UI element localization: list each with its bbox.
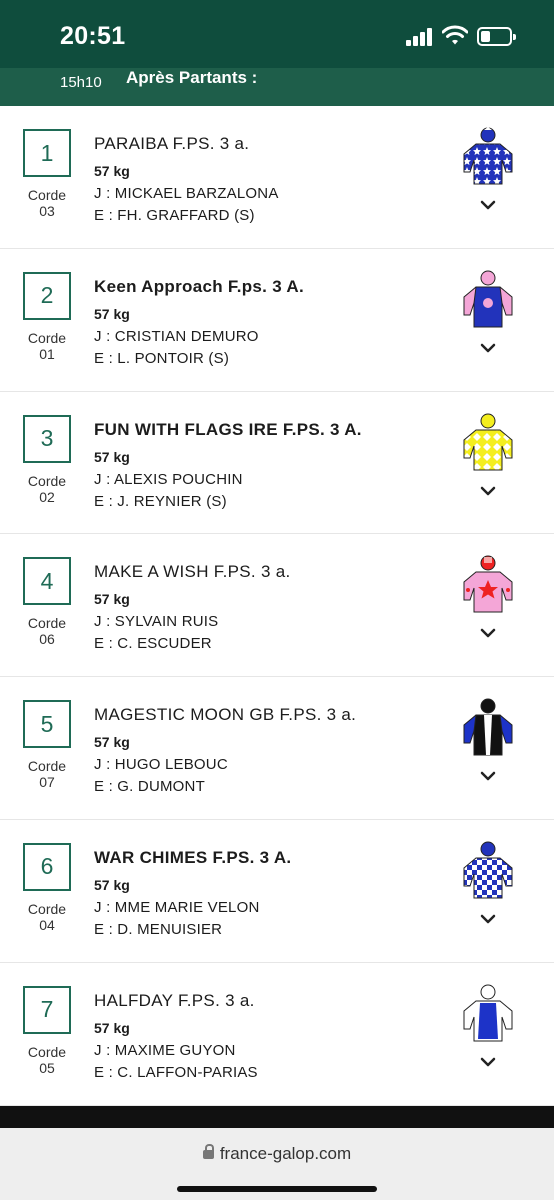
- race-header-title: Après Partants :: [126, 68, 258, 87]
- chevron-down-icon[interactable]: [480, 913, 496, 925]
- runner-number: 3: [23, 414, 71, 463]
- black-white-blue-sleeves-silk-icon: [463, 698, 513, 756]
- url-text: france-galop.com: [219, 1144, 352, 1163]
- runner-number: 4: [23, 557, 71, 606]
- jockey-name: J : MME MARIE VELON: [94, 898, 260, 916]
- chevron-down-icon[interactable]: [480, 770, 496, 782]
- runner-number: 1: [23, 129, 71, 177]
- white-blue-panel-silk-icon: [463, 984, 513, 1042]
- jockey-name: J : MICKAEL BARZALONA: [94, 185, 279, 202]
- runner-number: 7: [23, 985, 71, 1034]
- runner-row[interactable]: 4 Corde 06 MAKE A WISH F.PS. 3 a. 57 kg J…: [0, 534, 554, 678]
- runner-number: 5: [23, 700, 71, 749]
- chevron-down-icon[interactable]: [480, 199, 496, 211]
- trainer-name: E : FH. GRAFFARD (S): [94, 207, 255, 224]
- home-indicator[interactable]: [177, 1186, 377, 1192]
- horse-name: WAR CHIMES F.PS. 3 A.: [94, 847, 292, 867]
- status-time: 20:51: [60, 22, 126, 50]
- runner-list: 1 Corde 03 PARAIBA F.PS. 3 a. 57 kg J : M…: [0, 106, 554, 1106]
- horse-weight: 57 kg: [94, 591, 130, 608]
- horse-name: PARAIBA F.PS. 3 a.: [94, 134, 250, 153]
- blue-white-stars-silk-icon: [463, 127, 513, 185]
- trainer-name: E : L. PONTOIR (S): [94, 349, 230, 367]
- race-time: 15h10: [60, 74, 102, 91]
- horse-name: FUN WITH FLAGS IRE F.PS. 3 A.: [94, 419, 362, 439]
- trainer-name: E : D. MENUISIER: [94, 920, 223, 938]
- race-header: 15h10 Après Partants :: [0, 68, 554, 106]
- trainer-name: E : C. ESCUDER: [94, 635, 212, 653]
- corde-info: Corde 03: [27, 187, 67, 219]
- jockey-name: J : ALEXIS POUCHIN: [94, 470, 243, 488]
- corde-info: Corde 02: [27, 472, 67, 505]
- trainer-name: E : J. REYNIER (S): [94, 492, 227, 510]
- horse-name: HALFDAY F.PS. 3 a.: [94, 990, 255, 1010]
- horse-weight: 57 kg: [94, 1019, 130, 1036]
- horse-weight: 57 kg: [94, 876, 130, 893]
- trainer-name: E : G. DUMONT: [94, 778, 205, 796]
- status-bar: 20:51: [0, 0, 554, 68]
- trainer-name: E : C. LAFFON-PARIAS: [94, 1063, 258, 1081]
- horse-weight: 57 kg: [94, 305, 130, 322]
- runner-row[interactable]: 5 Corde 07 MAGESTIC MOON GB F.PS. 3 a. 57…: [0, 677, 554, 820]
- corde-info: Corde 06: [27, 615, 67, 648]
- pink-red-star-silk-icon: [463, 555, 513, 613]
- yellow-white-diamonds-silk-icon: [463, 413, 513, 471]
- cellular-signal-icon: [406, 28, 434, 46]
- chevron-down-icon[interactable]: [480, 1056, 496, 1068]
- bottom-divider: [0, 1106, 554, 1128]
- runner-row[interactable]: 3 Corde 02 FUN WITH FLAGS IRE F.PS. 3 A. …: [0, 392, 554, 535]
- horse-weight: 57 kg: [94, 734, 130, 751]
- lock-icon: [202, 1144, 214, 1159]
- horse-name: MAKE A WISH F.PS. 3 a.: [94, 562, 291, 582]
- chevron-down-icon[interactable]: [480, 485, 496, 497]
- corde-info: Corde 07: [27, 758, 67, 791]
- blue-white-check-silk-icon: [463, 841, 513, 899]
- blue-pink-sleeves-silk-icon: [463, 270, 513, 328]
- corde-info: Corde 04: [27, 900, 67, 933]
- corde-info: Corde 01: [27, 329, 67, 362]
- jockey-name: J : SYLVAIN RUIS: [94, 613, 219, 631]
- corde-info: Corde 05: [27, 1043, 67, 1076]
- horse-name: Keen Approach F.ps. 3 A.: [94, 276, 304, 296]
- runner-number: 6: [23, 842, 71, 891]
- runner-row[interactable]: 6 Corde 04 WAR CHIMES F.PS. 3 A. 57 kg J …: [0, 820, 554, 963]
- jockey-name: J : CRISTIAN DEMURO: [94, 327, 259, 345]
- horse-weight: 57 kg: [94, 163, 130, 179]
- chevron-down-icon[interactable]: [480, 342, 496, 354]
- runner-row[interactable]: 7 Corde 05 HALFDAY F.PS. 3 a. 57 kg J : M…: [0, 963, 554, 1106]
- runner-number: 2: [23, 271, 71, 320]
- wifi-icon: [442, 25, 468, 45]
- jockey-name: J : MAXIME GUYON: [94, 1041, 236, 1059]
- chevron-down-icon[interactable]: [480, 627, 496, 639]
- runner-row[interactable]: 2 Corde 01 Keen Approach F.ps. 3 A. 57 kg…: [0, 249, 554, 392]
- url-display[interactable]: france-galop.com: [0, 1144, 554, 1164]
- battery-icon: [477, 27, 516, 46]
- horse-weight: 57 kg: [94, 448, 130, 465]
- horse-name: MAGESTIC MOON GB F.PS. 3 a.: [94, 705, 357, 725]
- browser-url-bar[interactable]: france-galop.com: [0, 1128, 554, 1200]
- runner-row[interactable]: 1 Corde 03 PARAIBA F.PS. 3 a. 57 kg J : M…: [0, 106, 554, 249]
- jockey-name: J : HUGO LEBOUC: [94, 756, 228, 774]
